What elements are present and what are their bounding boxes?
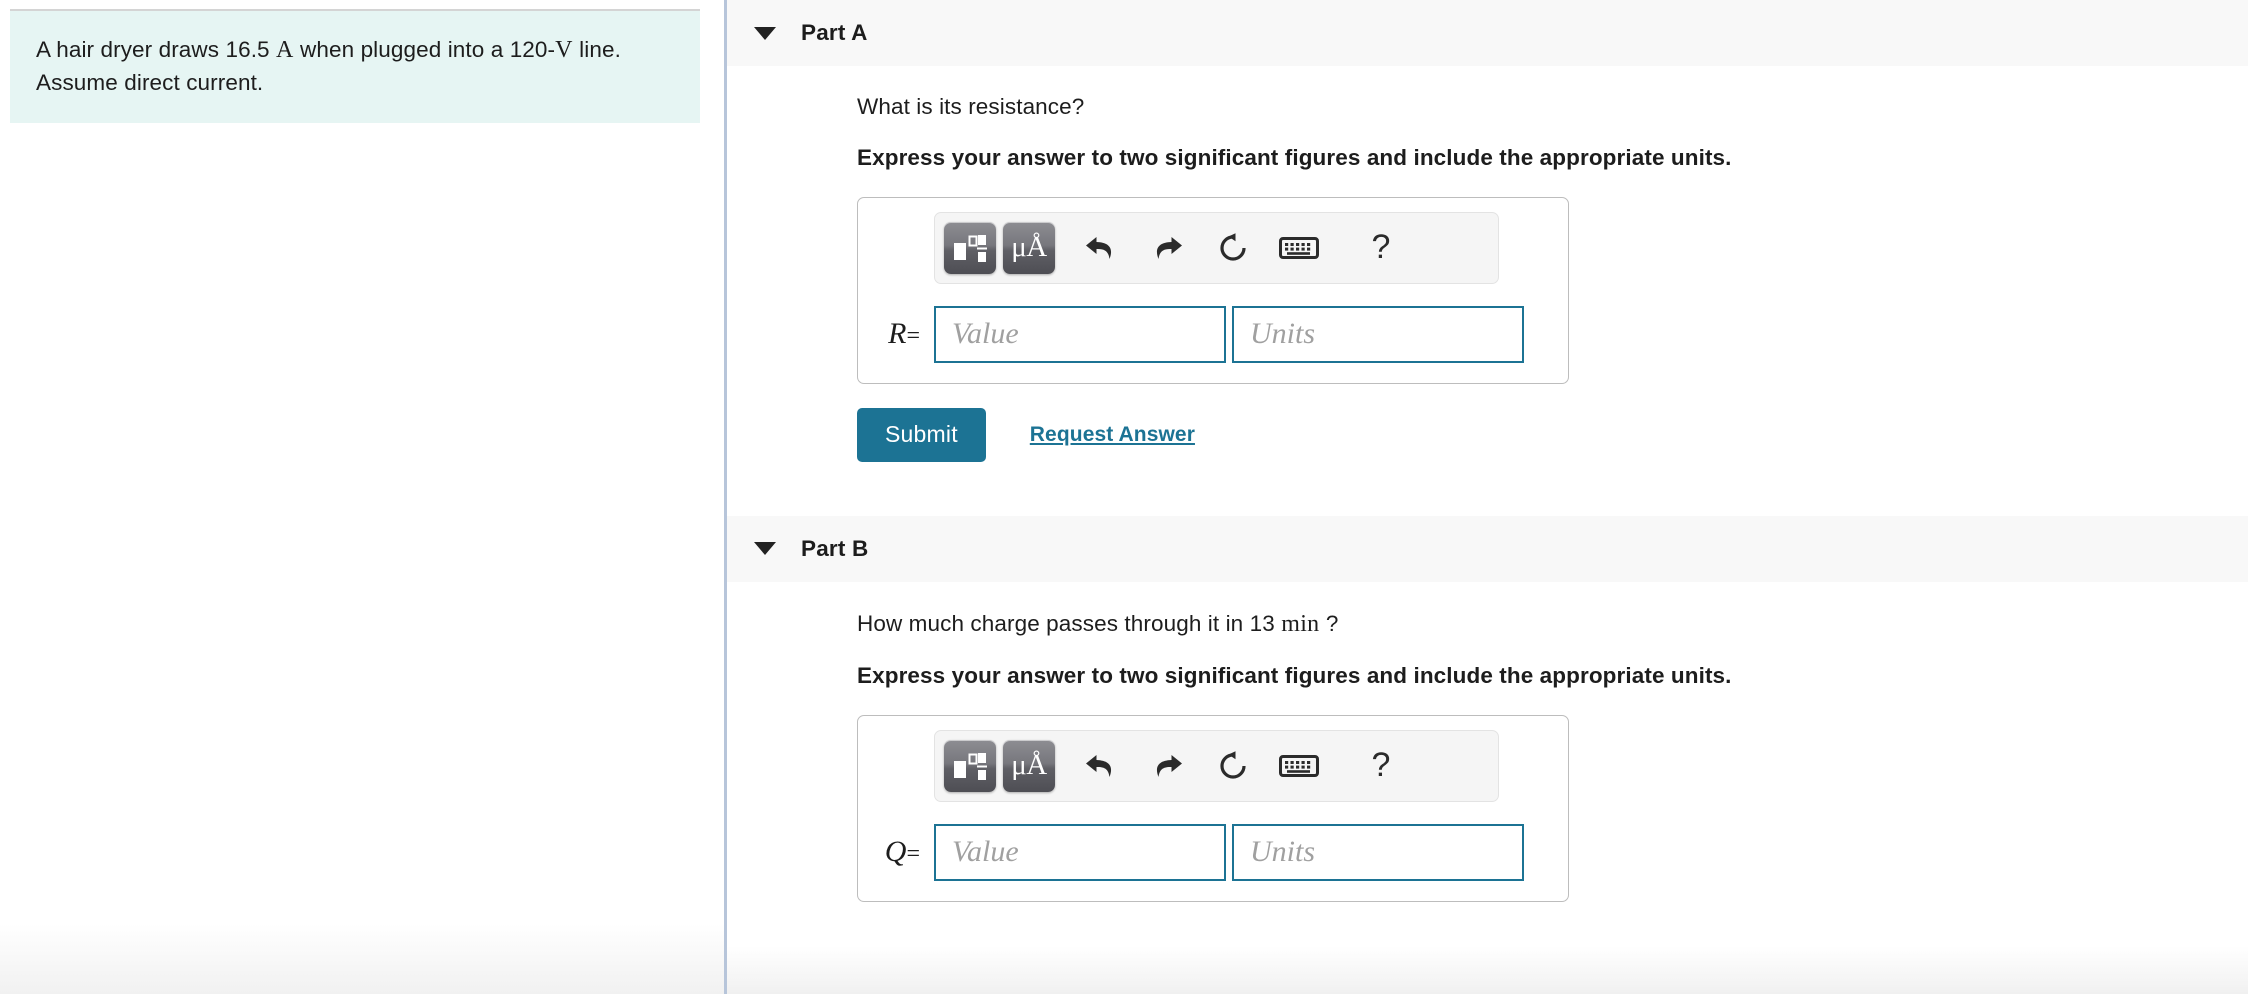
help-icon[interactable]: ?: [1353, 222, 1409, 274]
problem-statement-pane: A hair dryer draws 16.5 A when plugged i…: [0, 0, 725, 994]
part-b-question: How much charge passes through it in 13 …: [857, 608, 2248, 640]
part-a-input-row: R=: [858, 305, 1568, 363]
part-b-instruction: Express your answer to two significant f…: [857, 663, 1732, 689]
part-a-body: What is its resistance? Express your ans…: [725, 66, 2248, 462]
units-button-label: μÅ: [1011, 749, 1047, 782]
pane-divider: [724, 0, 727, 994]
units-button-label: μÅ: [1011, 231, 1047, 264]
part-b-value-input[interactable]: [934, 823, 1226, 881]
part-b-variable-label: Q=: [884, 835, 920, 869]
part-a-answer-box: μÅ ? R= Value Units: [857, 196, 1569, 384]
math-template-icon[interactable]: [944, 221, 996, 274]
part-a-value-input[interactable]: [934, 305, 1226, 363]
part-b-input-row: Q=: [858, 823, 1568, 881]
answer-pane: Part A What is its resistance? Express y…: [725, 0, 2248, 994]
part-b-math-toolbar: μÅ ?: [934, 729, 1499, 802]
voltage-unit-symbol: V: [555, 37, 573, 63]
math-template-icon[interactable]: [944, 739, 996, 792]
part-b-question-suffix: ?: [1325, 610, 1339, 636]
part-b-body: How much charge passes through it in 13 …: [725, 582, 2248, 902]
request-answer-link[interactable]: Request Answer: [1030, 423, 1195, 447]
problem-page: A hair dryer draws 16.5 A when plugged i…: [0, 0, 2248, 994]
reset-icon[interactable]: [1205, 740, 1261, 792]
part-a-title: Part A: [801, 20, 868, 45]
units-micro-angstrom-icon[interactable]: μÅ: [1003, 221, 1055, 274]
part-b-question-text: How much charge passes through it in 13: [857, 610, 1275, 636]
units-micro-angstrom-icon[interactable]: μÅ: [1003, 739, 1055, 792]
keyboard-icon[interactable]: [1271, 740, 1327, 792]
part-a-header[interactable]: Part A: [725, 0, 2248, 66]
current-unit-symbol: A: [276, 37, 294, 63]
part-a-actions: Submit Request Answer: [857, 407, 2248, 462]
part-b-units-input[interactable]: [1232, 823, 1524, 881]
part-b-header[interactable]: Part B: [725, 515, 2248, 582]
redo-icon[interactable]: [1139, 222, 1195, 274]
time-unit-symbol: min: [1281, 610, 1320, 637]
undo-icon[interactable]: [1073, 740, 1129, 792]
left-pane-bottom-fade: [0, 924, 724, 994]
page-bottom-fade: [725, 946, 2248, 994]
submit-button[interactable]: Submit: [857, 407, 986, 462]
undo-icon[interactable]: [1073, 222, 1129, 274]
part-a-variable-label: R=: [888, 317, 920, 351]
part-b-title: Part B: [801, 535, 869, 561]
problem-statement-box: A hair dryer draws 16.5 A when plugged i…: [10, 9, 700, 124]
part-b-answer-box: μÅ ? Q= Value Units: [857, 714, 1569, 902]
part-a-math-toolbar: μÅ ?: [934, 211, 1499, 284]
chevron-down-icon[interactable]: [754, 26, 776, 40]
part-a-units-input[interactable]: [1232, 305, 1524, 363]
keyboard-icon[interactable]: [1271, 222, 1327, 274]
problem-text-part2: when plugged into a 120-: [300, 37, 556, 62]
redo-icon[interactable]: [1139, 740, 1195, 792]
part-a-question: What is its resistance?: [857, 94, 1085, 119]
help-icon[interactable]: ?: [1353, 740, 1409, 792]
reset-icon[interactable]: [1205, 222, 1261, 274]
problem-text-part1: A hair dryer draws 16.5: [36, 37, 270, 62]
chevron-down-icon[interactable]: [754, 542, 776, 556]
part-a-instruction: Express your answer to two significant f…: [857, 145, 1732, 171]
